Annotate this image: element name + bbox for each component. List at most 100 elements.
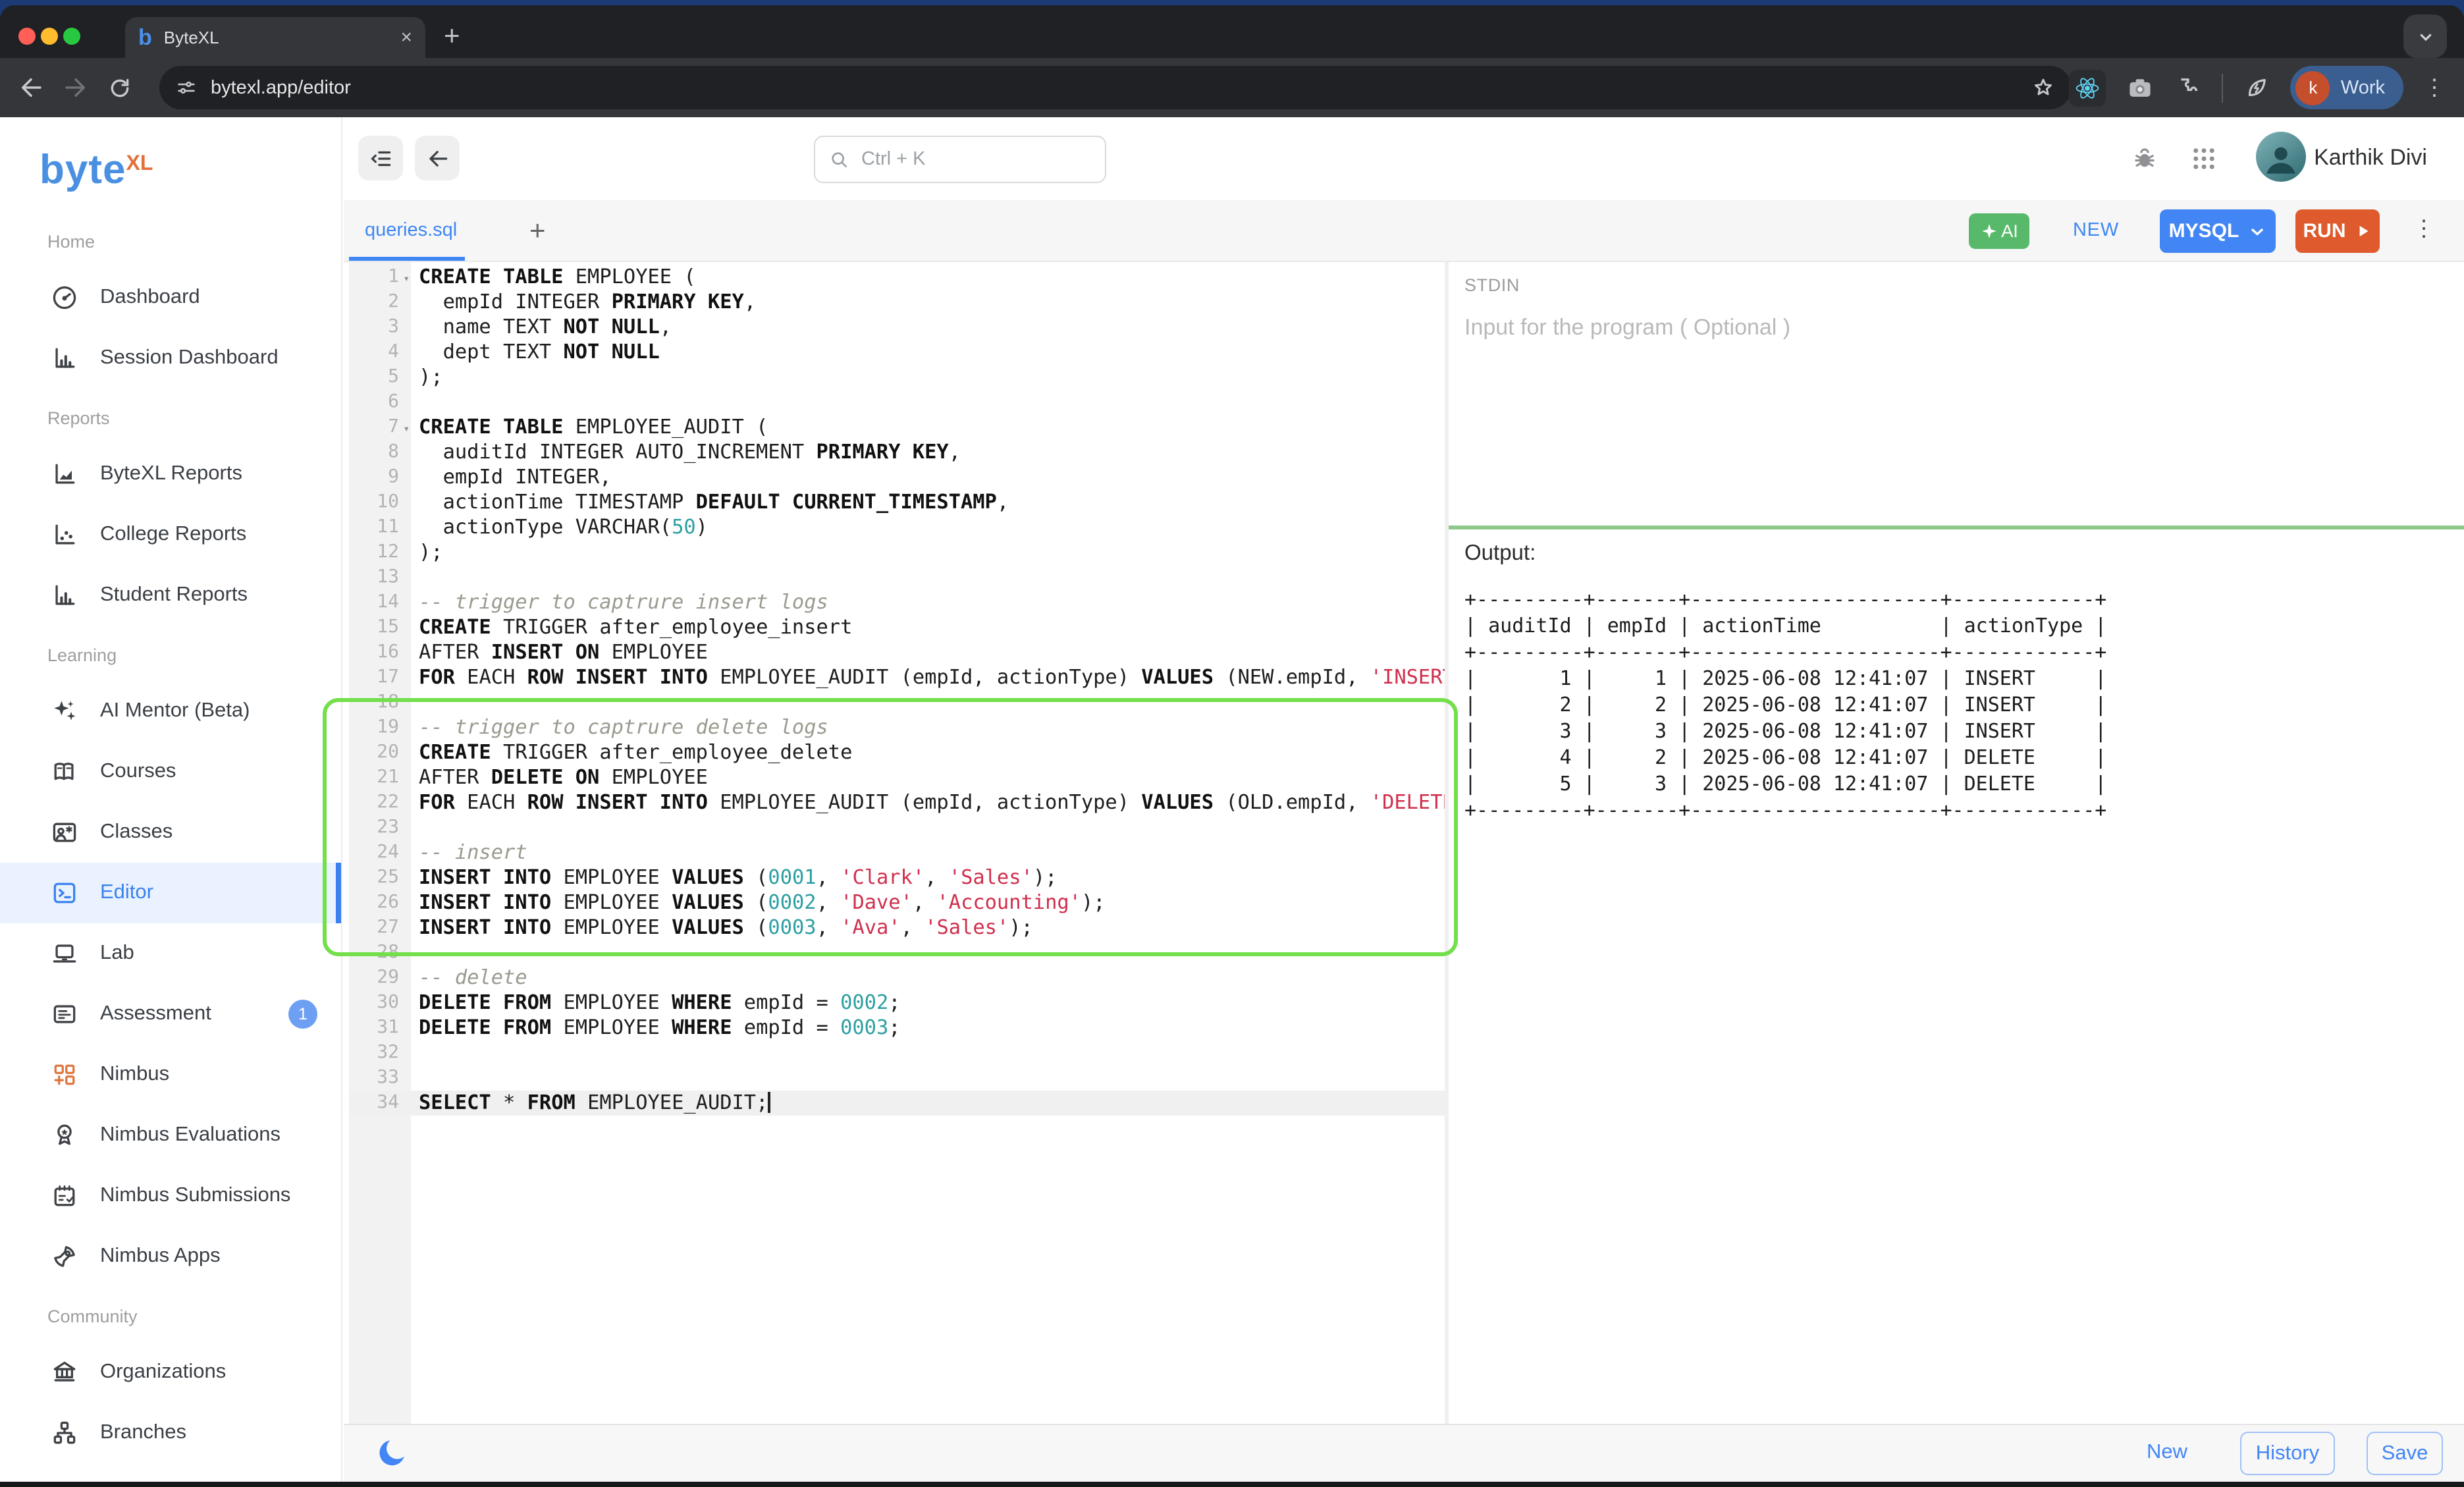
sidebar-item-label: Nimbus Submissions [100, 1184, 290, 1208]
code-line-3: 3 name TEXT NOT NULL, [349, 315, 1445, 340]
line-number: 26 [349, 890, 411, 915]
line-number: 25 [349, 865, 411, 890]
more-options-icon[interactable]: ⋮ [2413, 216, 2435, 242]
sidebar-item-bytexl-reports[interactable]: ByteXL Reports [0, 444, 341, 504]
bookmark-star-icon[interactable] [2031, 75, 2056, 100]
notification-badge: 1 [288, 1000, 317, 1029]
browser-menu-icon[interactable]: ⋮ [2423, 74, 2446, 101]
code-line-24: 24-- insert [349, 840, 1445, 865]
code-line-29: 29-- delete [349, 965, 1445, 990]
line-number: 17 [349, 665, 411, 690]
tab-overflow-chevron-icon[interactable] [2403, 14, 2447, 58]
screenshot-extension-icon[interactable] [2126, 73, 2155, 102]
sidebar-item-branches[interactable]: Branches [0, 1403, 341, 1463]
window-minimize-button[interactable] [41, 28, 58, 45]
sidebar-item-lab[interactable]: Lab [0, 923, 341, 984]
file-tab-queries-sql[interactable]: queries.sql [365, 200, 457, 262]
url-bar[interactable]: bytexl.app/editor [159, 66, 2072, 109]
run-button[interactable]: RUN [2295, 209, 2380, 253]
extensions-puzzle-icon[interactable] [2175, 74, 2203, 101]
sidebar-item-label: Nimbus Evaluations [100, 1123, 281, 1147]
bug-report-icon[interactable] [2131, 145, 2158, 173]
sidebar: byteXL HomeDashboardSession DashboardRep… [0, 117, 342, 1482]
sidebar-item-nimbus-evaluations[interactable]: Nimbus Evaluations [0, 1105, 341, 1166]
back-icon[interactable] [17, 74, 45, 101]
dark-mode-toggle-icon[interactable] [375, 1436, 411, 1471]
outline-list-icon [368, 146, 393, 171]
line-number: 8 [349, 440, 411, 465]
energy-saver-icon[interactable] [2243, 74, 2271, 101]
sidebar-item-assessment[interactable]: Assessment1 [0, 984, 341, 1044]
new-file-button[interactable]: New [2147, 1441, 2187, 1465]
code-editor[interactable]: 1▾CREATE TABLE EMPLOYEE (2 empId INTEGER… [344, 262, 1445, 1424]
line-number: 16 [349, 640, 411, 665]
window-zoom-button[interactable] [63, 28, 80, 45]
sidebar-item-editor[interactable]: Editor [0, 863, 341, 923]
sidebar-item-session-dashboard[interactable]: Session Dashboard [0, 328, 341, 389]
search-input[interactable]: Ctrl + K [814, 136, 1106, 183]
section-label-learning: Learning [0, 626, 341, 681]
react-devtools-icon[interactable] [2070, 69, 2106, 106]
code-line-21: 21AFTER DELETE ON EMPLOYEE [349, 765, 1445, 790]
sidebar-item-ai-mentor-beta[interactable]: AI Mentor (Beta) [0, 681, 341, 742]
user-avatar[interactable] [2256, 132, 2306, 182]
line-number: 7▾ [349, 415, 411, 440]
tab-close-icon[interactable]: × [400, 26, 412, 49]
bank-icon [50, 1358, 79, 1387]
terminal-icon [50, 879, 79, 907]
stdin-textarea[interactable]: Input for the program ( Optional ) [1464, 315, 2439, 512]
new-query-button[interactable]: NEW [2073, 220, 2119, 241]
sidebar-item-courses[interactable]: Courses [0, 742, 341, 802]
line-number: 1▾ [349, 265, 411, 290]
bytexl-logo[interactable]: byteXL [0, 117, 341, 212]
line-number: 11 [349, 515, 411, 540]
sidebar-item-nimbus-submissions[interactable]: Nimbus Submissions [0, 1166, 341, 1226]
code-line-2: 2 empId INTEGER PRIMARY KEY, [349, 290, 1445, 315]
browser-tab[interactable]: b ByteXL × [125, 17, 425, 58]
code-line-10: 10 actionTime TIMESTAMP DEFAULT CURRENT_… [349, 490, 1445, 515]
code-line-27: 27INSERT INTO EMPLOYEE VALUES (0003, 'Av… [349, 915, 1445, 940]
sidebar-item-nimbus[interactable]: Nimbus [0, 1044, 341, 1105]
code-line-30: 30DELETE FROM EMPLOYEE WHERE empId = 000… [349, 990, 1445, 1015]
code-line-8: 8 auditId INTEGER AUTO_INCREMENT PRIMARY… [349, 440, 1445, 465]
sidebar-item-classes[interactable]: Classes [0, 802, 341, 863]
editor-toolbar: queries.sql + AI NEW MYSQL RUN ⋮ [344, 200, 2464, 262]
save-button[interactable]: Save [2367, 1432, 2443, 1475]
search-placeholder: Ctrl + K [861, 149, 926, 170]
section-label-home: Home [0, 212, 341, 267]
code-line-1: 1▾CREATE TABLE EMPLOYEE ( [349, 265, 1445, 290]
sidebar-item-label: Nimbus [100, 1063, 169, 1087]
sidebar-item-student-reports[interactable]: Student Reports [0, 565, 341, 626]
play-icon [2355, 223, 2372, 240]
browser-profile-chip[interactable]: k Work [2291, 66, 2403, 109]
window-close-button[interactable] [18, 28, 36, 45]
apps-grid-icon[interactable] [2190, 145, 2218, 173]
sidebar-item-dashboard[interactable]: Dashboard [0, 267, 341, 328]
sidebar-item-nimbus-apps[interactable]: Nimbus Apps [0, 1226, 341, 1287]
text-cursor [768, 1092, 770, 1113]
sidebar-item-label: Editor [100, 881, 153, 905]
sidebar-item-organizations[interactable]: Organizations [0, 1342, 341, 1403]
database-select[interactable]: MYSQL [2160, 209, 2276, 253]
browser-window: b ByteXL × + bytexl.app/editor [0, 5, 2464, 1482]
sidebar-item-college-reports[interactable]: College Reports [0, 504, 341, 565]
ai-button[interactable]: AI [1969, 213, 2029, 249]
fold-arrow-icon[interactable]: ▾ [403, 266, 410, 291]
reload-icon[interactable] [107, 74, 133, 101]
speedometer-icon [50, 283, 79, 312]
fold-arrow-icon[interactable]: ▾ [403, 416, 410, 441]
book-icon [50, 757, 79, 786]
output-label: Output: [1464, 541, 1536, 566]
line-number: 3 [349, 315, 411, 340]
new-tab-icon[interactable]: + [444, 21, 460, 53]
back-button[interactable] [415, 136, 460, 180]
add-file-tab-icon[interactable]: + [529, 216, 546, 248]
line-number: 21 [349, 765, 411, 790]
history-button[interactable]: History [2240, 1432, 2335, 1475]
line-number: 10 [349, 490, 411, 515]
code-line-22: 22FOR EACH ROW INSERT INTO EMPLOYEE_AUDI… [349, 790, 1445, 815]
forward-icon[interactable] [62, 74, 90, 101]
user-name[interactable]: Karthik Divi [2314, 145, 2427, 171]
toggle-panel-button[interactable] [358, 136, 403, 180]
code-line-5: 5); [349, 365, 1445, 390]
